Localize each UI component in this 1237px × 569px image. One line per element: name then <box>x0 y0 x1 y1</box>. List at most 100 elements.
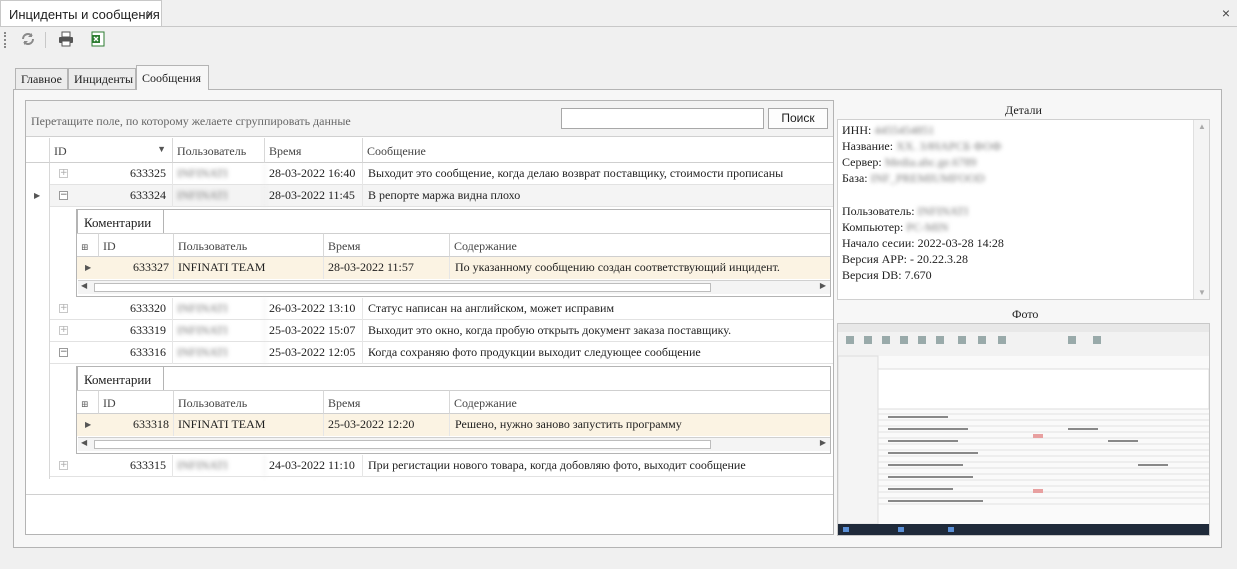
detail-cell-time: 25-03-2022 12:20 <box>324 414 450 436</box>
cell-message: При регистации нового товара, когда добо… <box>368 458 746 472</box>
app-version-line: Версия APP: - 20.22.3.28 <box>842 252 968 266</box>
group-hint: Перетащите поле, по которому желаете сгр… <box>31 114 351 128</box>
table-row[interactable]: + 633315 INFINATI 24-03-2022 11:10 При р… <box>50 455 833 477</box>
detail-cell-id: 633318 <box>99 414 174 436</box>
close-window-icon[interactable]: × <box>1222 5 1230 21</box>
scroll-left-icon[interactable]: ◀ <box>81 281 87 290</box>
cell-user: INFINATI <box>173 342 265 364</box>
sort-desc-icon: ▼ <box>157 144 166 154</box>
cell-time: 28-03-2022 11:45 <box>265 185 363 207</box>
header-indicator <box>26 138 50 163</box>
close-tab-icon[interactable]: × <box>146 6 154 21</box>
detail-row[interactable]: ▶ 633327 INFINATI TEAM 28-03-2022 11:57 … <box>77 257 830 279</box>
tab-main[interactable]: Главное <box>15 68 68 89</box>
comments-tab[interactable]: Коментарии <box>77 366 164 390</box>
name-line: Название: ХХ. ЗАЧАРСБ ФОФ <box>842 139 1002 153</box>
cell-time: 26-03-2022 13:10 <box>265 298 363 320</box>
user-line: Пользователь: INFINATI <box>842 204 969 218</box>
cell-time: 25-03-2022 12:05 <box>265 342 363 364</box>
detail-header-content[interactable]: Содержание <box>450 390 830 414</box>
expand-all-icon[interactable]: ⊞ <box>77 390 99 414</box>
cell-id: 633316 <box>50 342 173 364</box>
detail-header-time[interactable]: Время <box>324 233 450 257</box>
cell-time: 24-03-2022 11:10 <box>265 455 363 477</box>
inn-line: ИНН: 4455454851 <box>842 123 935 137</box>
column-header-user[interactable]: Пользователь <box>173 138 265 163</box>
print-icon[interactable] <box>56 30 76 48</box>
toolbar-separator <box>45 32 46 48</box>
computer-line: Компьютер: PC-MIN <box>842 220 949 234</box>
scroll-left-icon[interactable]: ◀ <box>81 438 87 447</box>
photo-title: Фото <box>1012 307 1039 321</box>
cell-id: 633325 <box>50 163 173 185</box>
details-box: ИНН: 4455454851 Название: ХХ. ЗАЧАРСБ ФО… <box>837 119 1210 300</box>
detail-header-user[interactable]: Пользователь <box>174 390 324 414</box>
detail-cell-user: INFINATI TEAM <box>174 257 324 279</box>
scrollbar-thumb[interactable] <box>94 440 711 449</box>
detail-cell-id: 633327 <box>99 257 174 279</box>
horizontal-scrollbar[interactable]: ◀ ▶ <box>78 280 830 294</box>
expand-all-icon[interactable]: ⊞ <box>77 233 99 257</box>
detail-header-user[interactable]: Пользователь <box>174 233 324 257</box>
detail-header-content[interactable]: Содержание <box>450 233 830 257</box>
table-row[interactable]: + 633325 INFINATI 28-03-2022 16:40 Выход… <box>50 163 833 185</box>
photo-thumbnail[interactable] <box>837 323 1210 536</box>
row-indicator-column <box>26 163 50 479</box>
cell-id: 633320 <box>50 298 173 320</box>
cell-user: INFINATI <box>173 163 265 185</box>
cell-message: Выходит это окно, когда пробую открыть д… <box>368 323 732 337</box>
database-line: База: INF_PREMIUMFOOD <box>842 171 985 185</box>
scroll-up-icon[interactable]: ▲ <box>1198 122 1206 131</box>
detail-cell-content: По указанному сообщению создан соответст… <box>455 260 780 274</box>
current-row-indicator-icon: ▶ <box>34 191 41 200</box>
tab-messages[interactable]: Сообщения <box>136 65 209 90</box>
comments-detail-grid: Коментарии ⊞ ID Пользователь Время Содер… <box>76 209 831 297</box>
vertical-scrollbar[interactable]: ▲ ▼ <box>1193 120 1209 299</box>
refresh-icon[interactable] <box>18 30 38 48</box>
comments-tab[interactable]: Коментарии <box>77 209 164 233</box>
detail-row[interactable]: ▶ 633318 INFINATI TEAM 25-03-2022 12:20 … <box>77 414 830 436</box>
scroll-right-icon[interactable]: ▶ <box>820 281 826 290</box>
cell-time: 25-03-2022 15:07 <box>265 320 363 342</box>
cell-message: Когда сохраняю фото продукции выходит сл… <box>368 345 701 359</box>
cell-message: Выходит это сообщение, когда делаю возвр… <box>368 166 784 180</box>
comments-detail-grid: Коментарии ⊞ ID Пользователь Время Содер… <box>76 366 831 454</box>
scrollbar-thumb[interactable] <box>94 283 711 292</box>
table-row[interactable]: + 633319 INFINATI 25-03-2022 15:07 Выход… <box>50 320 833 342</box>
cell-id: 633315 <box>50 455 173 477</box>
details-title: Детали <box>1005 103 1042 117</box>
db-version-line: Версия DB: 7.670 <box>842 268 932 282</box>
table-row[interactable]: − 633324 INFINATI 28-03-2022 11:45 В реп… <box>50 185 833 207</box>
toolbar-grip[interactable] <box>4 32 7 48</box>
detail-cell-user: INFINATI TEAM <box>174 414 324 436</box>
search-button[interactable]: Поиск <box>768 108 828 129</box>
document-tab-title: Инциденты и сообщения <box>9 7 160 22</box>
row-indicator-icon: ▶ <box>85 263 92 272</box>
cell-user: INFINATI <box>173 298 265 320</box>
table-row[interactable]: + 633320 INFINATI 26-03-2022 13:10 Стату… <box>50 298 833 320</box>
detail-cell-content: Решено, нужно заново запустить программу <box>455 417 682 431</box>
scroll-right-icon[interactable]: ▶ <box>820 438 826 447</box>
detail-header-id[interactable]: ID <box>99 233 174 257</box>
grid-footer-line <box>26 494 833 495</box>
table-row[interactable]: − 633316 INFINATI 25-03-2022 12:05 Когда… <box>50 342 833 364</box>
cell-id: 633319 <box>50 320 173 342</box>
document-tab[interactable]: Инциденты и сообщения × <box>0 0 162 27</box>
tab-incidents[interactable]: Инциденты <box>68 68 136 89</box>
cell-user: INFINATI <box>173 455 265 477</box>
cell-time: 28-03-2022 16:40 <box>265 163 363 185</box>
search-input[interactable] <box>561 108 764 129</box>
cell-user: INFINATI <box>173 185 265 207</box>
horizontal-scrollbar[interactable]: ◀ ▶ <box>78 437 830 451</box>
detail-cell-time: 28-03-2022 11:57 <box>324 257 450 279</box>
scroll-down-icon[interactable]: ▼ <box>1198 288 1206 297</box>
detail-header-id[interactable]: ID <box>99 390 174 414</box>
cell-user: INFINATI <box>173 320 265 342</box>
detail-header-time[interactable]: Время <box>324 390 450 414</box>
column-header-time[interactable]: Время <box>265 138 363 163</box>
column-header-message[interactable]: Сообщение <box>363 138 833 163</box>
excel-export-icon[interactable] <box>88 30 108 48</box>
cell-id: 633324 <box>50 185 173 207</box>
column-header-id[interactable]: ID ▼ <box>50 138 173 163</box>
cell-message: Статус написан на английском, может испр… <box>368 301 615 315</box>
